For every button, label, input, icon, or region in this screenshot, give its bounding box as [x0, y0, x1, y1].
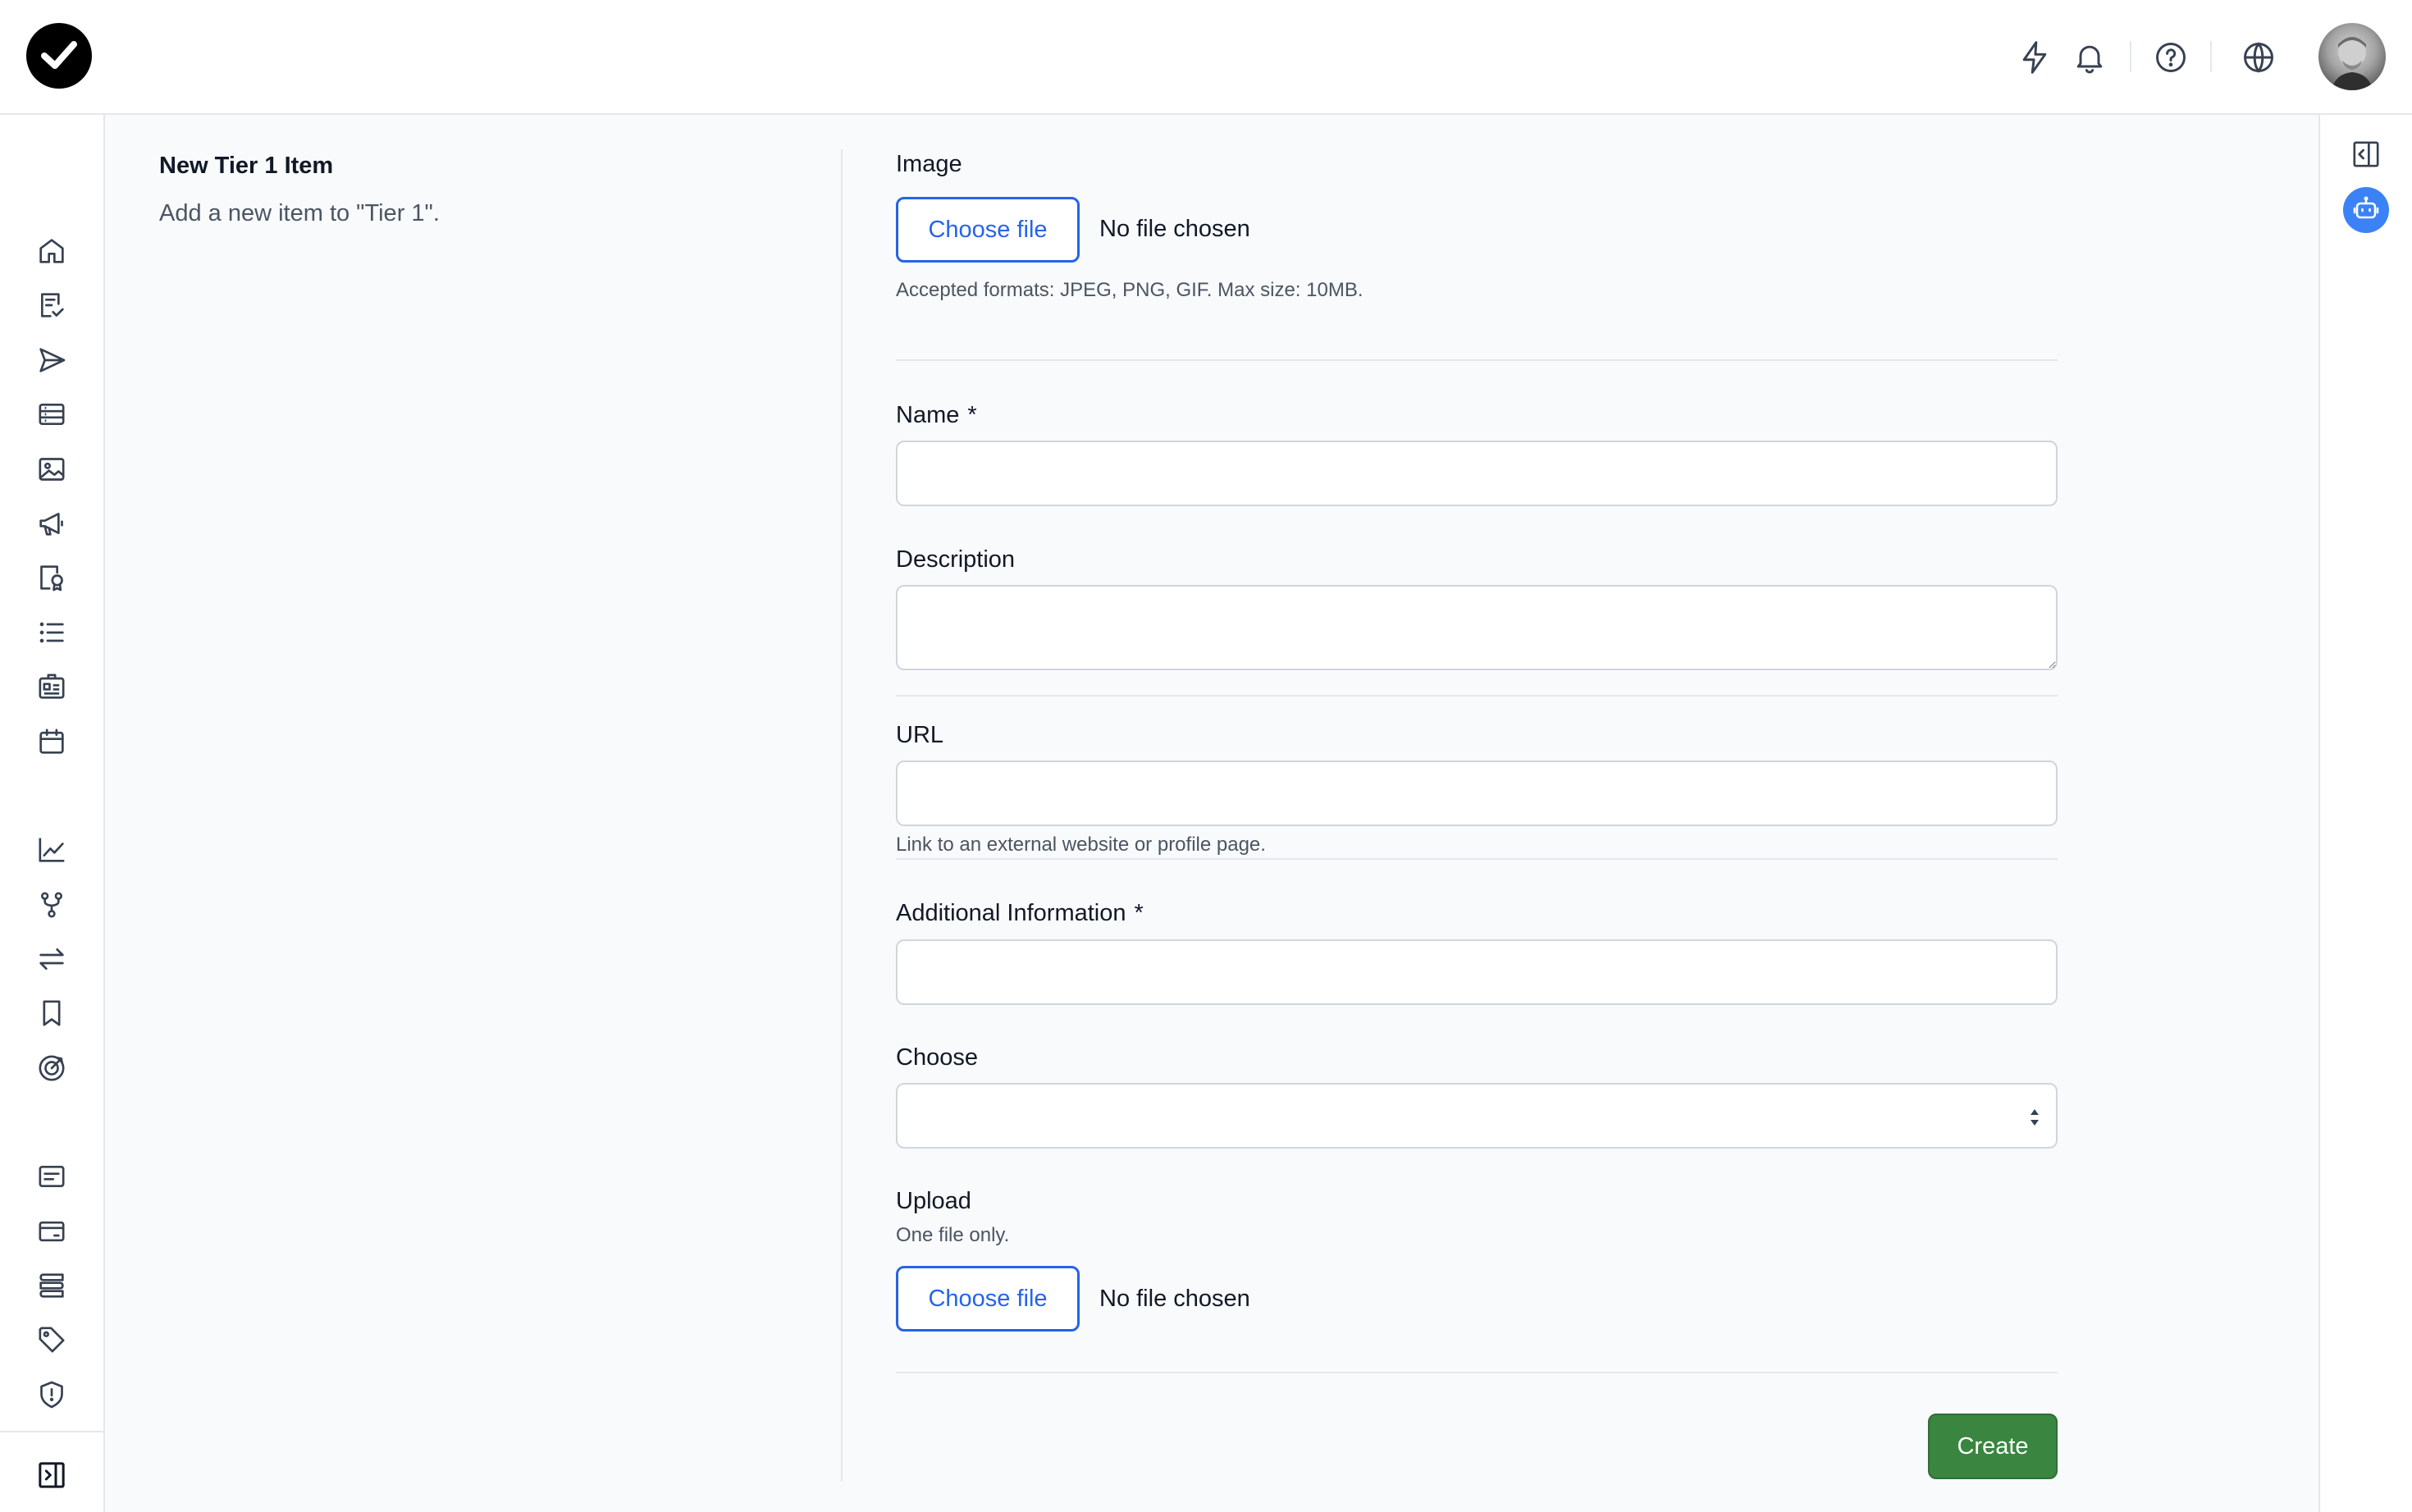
toolbar-separator — [2130, 41, 2131, 72]
bell-icon[interactable] — [2072, 39, 2108, 75]
send-icon[interactable] — [35, 344, 68, 377]
user-avatar[interactable] — [2318, 23, 2386, 90]
credit-card-icon[interactable] — [35, 1215, 68, 1248]
description-label: Description — [896, 546, 1016, 573]
upload-hint: One file only. — [896, 1224, 1010, 1246]
section-title: New Tier 1 Item — [159, 153, 334, 179]
name-input[interactable] — [896, 441, 2058, 506]
panel-collapse-icon[interactable] — [35, 1459, 68, 1491]
sidebar — [0, 115, 105, 1512]
url-hint: Link to an external website or profile p… — [896, 834, 1266, 856]
name-label: Name * — [896, 402, 977, 429]
url-input[interactable] — [896, 761, 2058, 826]
choose-label: Choose — [896, 1044, 978, 1071]
shield-icon[interactable] — [35, 1378, 68, 1411]
swap-icon[interactable] — [35, 943, 68, 975]
create-button[interactable]: Create — [1928, 1414, 2058, 1479]
id-card-icon[interactable] — [35, 670, 68, 703]
target-icon[interactable] — [35, 1052, 68, 1085]
branch-icon[interactable] — [35, 888, 68, 921]
section-description: Add a new item to "Tier 1". — [159, 200, 440, 226]
upload-choose-file-button[interactable]: Choose file — [896, 1266, 1080, 1332]
form-divider — [896, 1372, 2058, 1373]
right-rail — [2318, 115, 2412, 1512]
name-label-text: Name — [896, 402, 960, 428]
upload-file-status: No file chosen — [1099, 1286, 1250, 1312]
form-divider — [896, 858, 2058, 860]
home-icon[interactable] — [35, 235, 68, 267]
panel-toggle-icon[interactable] — [2350, 138, 2382, 171]
form-divider — [896, 359, 2058, 361]
robot-icon[interactable] — [2343, 187, 2389, 233]
column-divider — [841, 149, 843, 1482]
lightning-icon[interactable] — [2017, 39, 2053, 75]
image-icon[interactable] — [35, 453, 68, 486]
globe-icon[interactable] — [2241, 39, 2277, 75]
upload-label: Upload — [896, 1188, 971, 1214]
form-divider — [896, 695, 2058, 697]
chart-line-icon[interactable] — [35, 834, 68, 866]
sort-caret-icon — [2026, 1106, 2043, 1129]
sidebar-separator — [0, 1431, 103, 1432]
list-icon[interactable] — [35, 616, 68, 649]
stack-icon[interactable] — [35, 1269, 68, 1302]
additional-info-label-text: Additional Information — [896, 900, 1126, 926]
card-text-icon[interactable] — [35, 1160, 68, 1193]
image-choose-file-button[interactable]: Choose file — [896, 197, 1080, 263]
choose-select[interactable] — [896, 1083, 2058, 1149]
image-label: Image — [896, 151, 962, 177]
additional-info-input[interactable] — [896, 939, 2058, 1005]
document-award-icon[interactable] — [35, 561, 68, 594]
top-bar — [0, 0, 2412, 115]
image-file-status: No file chosen — [1099, 216, 1250, 242]
table-icon[interactable] — [35, 398, 68, 431]
toolbar-separator — [2210, 41, 2212, 72]
help-icon[interactable] — [2153, 39, 2189, 75]
checkmark-logo[interactable] — [26, 23, 92, 89]
checklist-icon[interactable] — [35, 289, 68, 322]
required-marker: * — [967, 402, 977, 428]
calendar-icon[interactable] — [35, 725, 68, 758]
required-marker: * — [1134, 900, 1144, 926]
additional-info-label: Additional Information * — [896, 900, 1144, 927]
tag-icon[interactable] — [35, 1323, 68, 1356]
description-textarea[interactable] — [896, 585, 2058, 670]
megaphone-icon[interactable] — [35, 507, 68, 540]
image-hint: Accepted formats: JPEG, PNG, GIF. Max si… — [896, 279, 1364, 301]
url-label: URL — [896, 722, 944, 748]
bookmark-icon[interactable] — [35, 997, 68, 1030]
